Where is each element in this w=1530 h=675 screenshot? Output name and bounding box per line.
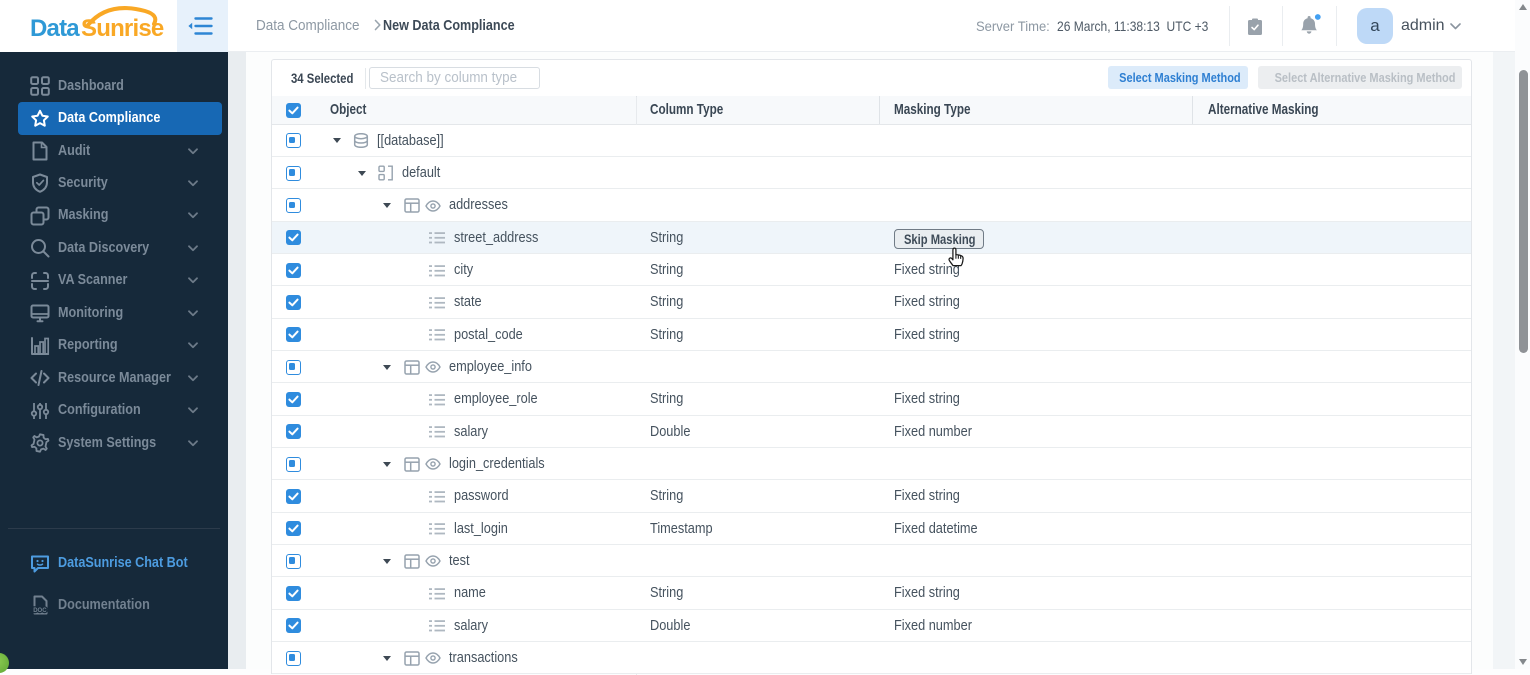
- svg-text:DOC: DOC: [33, 608, 47, 614]
